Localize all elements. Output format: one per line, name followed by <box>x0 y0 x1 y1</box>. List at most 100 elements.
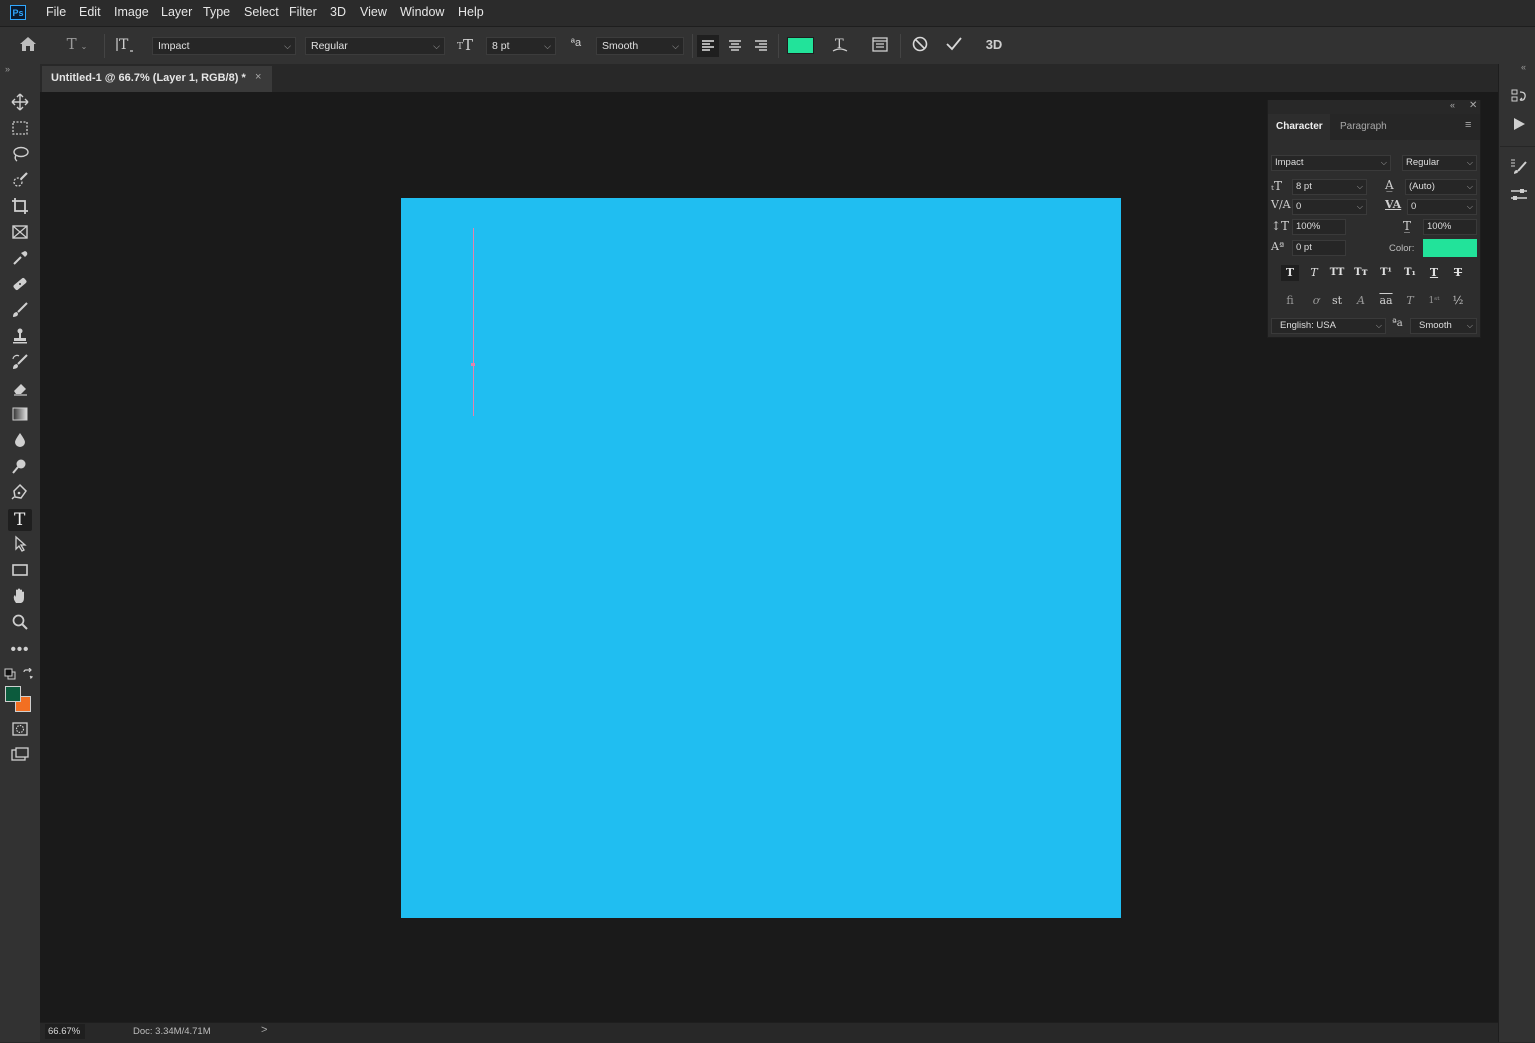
menu-layer[interactable]: Layer <box>161 5 192 19</box>
history-brush-tool[interactable] <box>8 353 32 375</box>
default-colors-button[interactable] <box>4 668 16 680</box>
eyedropper-tool[interactable] <box>8 249 32 271</box>
char-color-swatch[interactable] <box>1423 239 1477 257</box>
screen-mode-button[interactable] <box>8 746 32 768</box>
superscript-button[interactable]: T¹ <box>1377 265 1395 281</box>
char-font-family-select[interactable]: Impact ⌵ <box>1271 155 1391 171</box>
panel-collapse-icon[interactable]: « <box>1450 100 1455 110</box>
brush-settings-panel-button[interactable] <box>1509 157 1529 177</box>
menu-file[interactable]: File <box>46 5 66 19</box>
create-3d-button[interactable]: 3D <box>981 37 1007 55</box>
menu-type[interactable]: Type <box>203 5 230 19</box>
all-caps-button[interactable]: TT <box>1328 265 1346 281</box>
toggle-text-orientation-button[interactable]: T <box>114 35 136 55</box>
discretionary-ligatures-button[interactable]: st <box>1328 293 1346 309</box>
toolbar-collapse-icon[interactable]: » <box>5 64 10 74</box>
lasso-tool[interactable] <box>8 145 32 167</box>
stylistic-alternates-button[interactable]: aa <box>1377 293 1395 309</box>
underline-button[interactable]: T <box>1425 265 1443 281</box>
menu-edit[interactable]: Edit <box>79 5 101 19</box>
frame-tool[interactable] <box>8 223 32 245</box>
panel-header-strip <box>1268 100 1480 114</box>
move-tool[interactable] <box>8 93 32 115</box>
dock-collapse-icon[interactable]: « <box>1521 62 1526 72</box>
menu-window[interactable]: Window <box>400 5 444 19</box>
fractions-button[interactable]: ½ <box>1449 293 1467 309</box>
panel-menu-icon[interactable]: ≡ <box>1465 119 1471 131</box>
document-canvas[interactable] <box>401 198 1121 918</box>
old-style-button[interactable]: ơ <box>1307 293 1325 309</box>
align-right-button[interactable] <box>750 35 772 57</box>
menu-help[interactable]: Help <box>458 5 484 19</box>
antialias-select[interactable]: Smooth ⌵ <box>596 37 684 55</box>
tool-preset-picker[interactable]: T ⌄ <box>60 35 94 55</box>
horizontal-type-tool[interactable]: T <box>8 509 32 531</box>
warp-text-button[interactable]: T <box>829 35 851 55</box>
brush-tool[interactable] <box>8 301 32 323</box>
eraser-tool[interactable] <box>8 379 32 401</box>
quick-selection-tool[interactable] <box>8 171 32 193</box>
ordinals-button[interactable]: 1ˢᵗ <box>1425 293 1443 309</box>
document-tab[interactable]: Untitled-1 @ 66.7% (Layer 1, RGB/8) * × <box>42 66 272 92</box>
char-language-select[interactable]: English: USA ⌵ <box>1271 318 1386 334</box>
rectangle-tool[interactable] <box>8 561 32 583</box>
crop-tool[interactable] <box>8 197 32 219</box>
char-antialias-select[interactable]: Smooth ⌵ <box>1410 318 1477 334</box>
char-vertical-scale-field[interactable]: 100% <box>1292 219 1346 235</box>
menu-select[interactable]: Select <box>244 5 279 19</box>
quick-mask-button[interactable] <box>8 720 32 742</box>
adjustments-panel-button[interactable] <box>1509 186 1529 206</box>
tab-paragraph[interactable]: Paragraph <box>1340 121 1387 132</box>
strikethrough-button[interactable]: T <box>1449 265 1467 281</box>
swap-colors-button[interactable] <box>22 667 34 680</box>
ligatures-button[interactable]: ﬁ <box>1281 293 1299 309</box>
pen-tool[interactable] <box>8 483 32 505</box>
small-caps-button[interactable]: Tт <box>1352 265 1370 281</box>
zoom-level-field[interactable]: 66.67% <box>45 1024 85 1039</box>
titling-alternates-button[interactable]: T <box>1401 293 1419 309</box>
swash-button[interactable]: A <box>1352 293 1370 309</box>
rectangular-marquee-tool[interactable] <box>8 119 32 141</box>
toggle-panels-button[interactable] <box>869 35 891 55</box>
tab-character-label[interactable]: Character <box>1276 121 1323 132</box>
foreground-color-swatch[interactable] <box>5 686 21 702</box>
hand-tool[interactable] <box>8 587 32 609</box>
chevron-down-icon: ⌵ <box>1466 182 1473 191</box>
status-menu-arrow-icon[interactable]: > <box>261 1024 267 1036</box>
zoom-tool[interactable] <box>8 613 32 635</box>
panel-close-icon[interactable]: ✕ <box>1469 100 1477 111</box>
char-baseline-shift-field[interactable]: 0 pt <box>1292 240 1346 256</box>
char-leading-select[interactable]: (Auto) ⌵ <box>1405 179 1477 195</box>
char-tracking-select[interactable]: 0 ⌵ <box>1407 199 1477 215</box>
faux-italic-button[interactable]: T <box>1305 265 1323 281</box>
menu-view[interactable]: View <box>360 5 387 19</box>
font-family-select[interactable]: Impact ⌵ <box>152 37 296 55</box>
blur-tool[interactable] <box>8 431 32 453</box>
close-tab-icon[interactable]: × <box>255 71 261 83</box>
char-font-size-select[interactable]: 8 pt ⌵ <box>1292 179 1367 195</box>
edit-toolbar-button[interactable]: ••• <box>8 639 32 661</box>
menu-3d[interactable]: 3D <box>330 5 346 19</box>
menu-image[interactable]: Image <box>114 5 149 19</box>
commit-edits-button[interactable] <box>943 35 965 55</box>
char-font-style-select[interactable]: Regular ⌵ <box>1402 155 1477 171</box>
faux-bold-button[interactable]: T <box>1281 265 1299 281</box>
gradient-tool[interactable] <box>8 405 32 427</box>
subscript-button[interactable]: T₁ <box>1401 265 1419 281</box>
align-center-button[interactable] <box>724 35 746 57</box>
healing-brush-tool[interactable] <box>8 275 32 297</box>
path-selection-tool[interactable] <box>8 535 32 557</box>
cancel-edits-button[interactable] <box>909 35 931 55</box>
history-panel-button[interactable] <box>1509 87 1529 107</box>
menu-filter[interactable]: Filter <box>289 5 317 19</box>
actions-panel-button[interactable] <box>1509 116 1529 136</box>
clone-stamp-tool[interactable] <box>8 327 32 349</box>
font-size-select[interactable]: 8 pt ⌵ <box>486 37 556 55</box>
font-style-select[interactable]: Regular ⌵ <box>305 37 445 55</box>
char-horizontal-scale-field[interactable]: 100% <box>1423 219 1477 235</box>
home-button[interactable] <box>17 36 39 56</box>
char-kerning-select[interactable]: 0 ⌵ <box>1292 199 1367 215</box>
dodge-tool[interactable] <box>8 457 32 479</box>
text-color-swatch[interactable] <box>787 37 814 54</box>
align-left-button[interactable] <box>697 35 719 57</box>
